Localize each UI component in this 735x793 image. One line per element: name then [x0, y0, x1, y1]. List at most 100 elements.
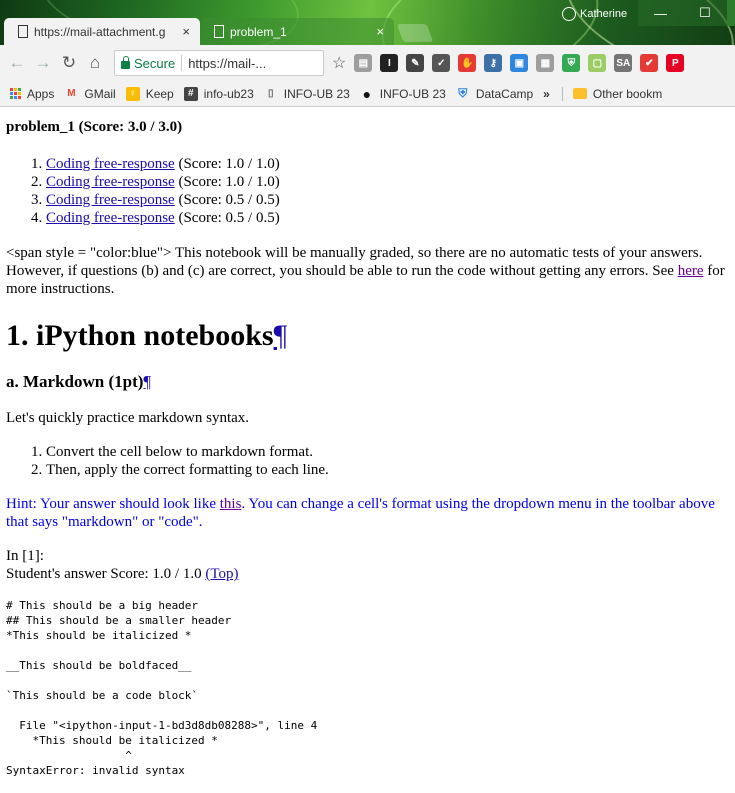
github-icon: ●	[362, 85, 372, 102]
document-icon: ▯	[268, 88, 274, 99]
score-text: (Score: 0.5 / 0.5)	[174, 210, 280, 226]
bookmarks-overflow-button[interactable]: »	[543, 87, 550, 101]
bookmarks-bar: Apps M GMail ♀ Keep # info-ub23 ▯ INFO-U…	[0, 81, 735, 107]
sa-icon[interactable]: SA	[614, 54, 633, 72]
pinterest-icon[interactable]: P	[666, 54, 685, 72]
bookmark-other[interactable]: Other bookm	[572, 87, 662, 101]
instructions-link[interactable]: here	[678, 263, 704, 279]
student-answer-score: Student's answer Score: 1.0 / 1.0	[6, 566, 206, 582]
list-item: Coding free-response (Score: 1.0 / 1.0)	[46, 155, 731, 173]
checkmark-icon[interactable]: ✔	[640, 54, 659, 72]
folder-icon	[572, 88, 587, 99]
bookmark-info-ub23-github[interactable]: ● INFO-UB 23	[360, 85, 446, 102]
hint-text: Hint: Your answer should look like	[6, 496, 220, 512]
close-tab-icon[interactable]: ×	[182, 24, 190, 39]
tab-title: problem_1	[230, 24, 287, 39]
profile-button[interactable]: Katherine	[558, 2, 634, 26]
secure-label: Secure	[134, 55, 176, 71]
extensions-bar: ▤ I ✎ ✓ ✋ ⚷ ▣ ▦ ⛨ ▢ SA ✔ P	[346, 54, 685, 72]
example-link[interactable]: this	[220, 496, 242, 512]
pocket-icon[interactable]: ✓	[432, 54, 451, 72]
key-icon[interactable]: ⚷	[484, 54, 503, 72]
coding-free-response-link[interactable]: Coding free-response	[46, 156, 175, 172]
coding-free-response-link[interactable]: Coding free-response	[46, 192, 175, 208]
security-indicator[interactable]: Secure	[121, 55, 176, 71]
tab-title: https://mail-attachment.g	[34, 24, 166, 39]
table-icon[interactable]: ▦	[536, 54, 555, 72]
chat-icon[interactable]: ▢	[588, 54, 607, 72]
coding-free-response-link[interactable]: Coding free-response	[46, 174, 175, 190]
top-link[interactable]: (Top)	[205, 566, 238, 582]
tab-mail-attachment[interactable]: https://mail-attachment.g ×	[4, 18, 200, 45]
subsection-heading: a. Markdown (1pt)¶	[6, 372, 731, 392]
practice-text: Let's quickly practice markdown syntax.	[6, 410, 250, 426]
code-cell-output: # This should be a big header ## This sh…	[6, 599, 318, 777]
divider	[181, 55, 183, 71]
instruction-list: Convert the cell below to markdown forma…	[6, 443, 731, 479]
reload-button[interactable]: ↻	[56, 50, 82, 76]
browser-toolbar: ← → ↻ ⌂ Secure https://mail-... ☆ ▤ I ✎ ✓ ✋ ⚷…	[0, 45, 735, 81]
page-title: problem_1 (Score: 3.0 / 3.0)	[6, 119, 183, 135]
gmail-icon: M	[67, 88, 76, 99]
maximize-button[interactable]: ☐	[683, 0, 727, 26]
close-tab-icon[interactable]: ×	[376, 24, 384, 39]
score-text: (Score: 1.0 / 1.0)	[174, 156, 280, 172]
coding-free-response-link[interactable]: Coding free-response	[46, 210, 175, 226]
user-icon	[562, 7, 576, 21]
intro-text: <span style = "color:blue"> This noteboo…	[6, 245, 703, 279]
keep-icon: ♀	[125, 86, 140, 101]
heading-text: 1. iPython notebooks	[6, 319, 274, 352]
score-text: (Score: 1.0 / 1.0)	[174, 174, 280, 190]
bookmark-apps[interactable]: Apps	[10, 87, 54, 101]
shield-icon[interactable]: ⛨	[562, 54, 581, 72]
back-button[interactable]: ←	[4, 50, 30, 76]
bookmark-star-icon[interactable]: ☆	[332, 53, 346, 73]
list-item: Then, apply the correct formatting to ea…	[46, 461, 731, 479]
new-tab-button[interactable]	[396, 24, 434, 42]
list-item: Coding free-response (Score: 0.5 / 0.5)	[46, 209, 731, 227]
forward-button[interactable]: →	[30, 50, 56, 76]
minimize-button[interactable]: —	[638, 0, 683, 26]
hint-paragraph: Hint: Your answer should look like this.…	[6, 495, 731, 531]
datacamp-shield-icon: ⛨	[458, 86, 468, 100]
bookmark-datacamp[interactable]: ⛨ DataCamp	[456, 86, 534, 101]
list-item: Coding free-response (Score: 1.0 / 1.0)	[46, 173, 731, 191]
bookmark-label: Apps	[27, 86, 55, 101]
bookmark-gmail[interactable]: M GMail	[64, 86, 116, 101]
bookmark-info-ub23-hash[interactable]: # info-ub23	[183, 86, 254, 101]
anchor-link[interactable]: ¶	[274, 319, 288, 352]
list-item: Coding free-response (Score: 0.5 / 0.5)	[46, 191, 731, 209]
profile-name: Katherine	[580, 8, 628, 20]
image-icon[interactable]: ▣	[510, 54, 529, 72]
lock-icon	[121, 55, 130, 69]
anchor-link[interactable]: ¶	[143, 372, 151, 391]
arrow-left-icon: ←	[8, 53, 26, 72]
page-icon	[18, 25, 28, 38]
reader-icon[interactable]: ▤	[354, 54, 373, 72]
bookmark-label: INFO-UB 23	[379, 86, 446, 101]
bookmark-label: INFO-UB 23	[283, 86, 350, 101]
bookmark-label: GMail	[84, 86, 116, 101]
score-text: (Score: 0.5 / 0.5)	[174, 192, 280, 208]
student-answer-line: Student's answer Score: 1.0 / 1.0 (Top)	[6, 565, 731, 583]
section-heading: 1. iPython notebooks¶	[6, 318, 731, 354]
bookmark-keep[interactable]: ♀ Keep	[125, 86, 174, 101]
url-text: https://mail-...	[188, 55, 267, 71]
cell-input-label: In [1]:	[6, 548, 44, 564]
intro-paragraph: <span style = "color:blue"> This noteboo…	[6, 244, 731, 298]
apps-grid-icon	[10, 88, 21, 99]
browser-title-bar: Katherine — ☐ https://mail-attachment.g …	[0, 0, 735, 45]
home-button[interactable]: ⌂	[82, 50, 108, 76]
bookmark-label: DataCamp	[475, 86, 534, 101]
instapaper-icon[interactable]: I	[380, 54, 399, 72]
close-window-button[interactable]	[727, 0, 735, 26]
hash-icon: #	[183, 86, 198, 101]
list-item: Convert the cell below to markdown forma…	[46, 443, 731, 461]
page-icon	[214, 25, 224, 38]
tab-problem-1[interactable]: problem_1 ×	[200, 18, 394, 45]
bookmark-info-ub23-doc[interactable]: ▯ INFO-UB 23	[264, 87, 350, 101]
evernote-icon[interactable]: ✎	[406, 54, 425, 72]
heading-text: a. Markdown (1pt)	[6, 372, 144, 391]
adblock-icon[interactable]: ✋	[458, 54, 477, 72]
address-bar[interactable]: Secure https://mail-...	[114, 50, 324, 76]
